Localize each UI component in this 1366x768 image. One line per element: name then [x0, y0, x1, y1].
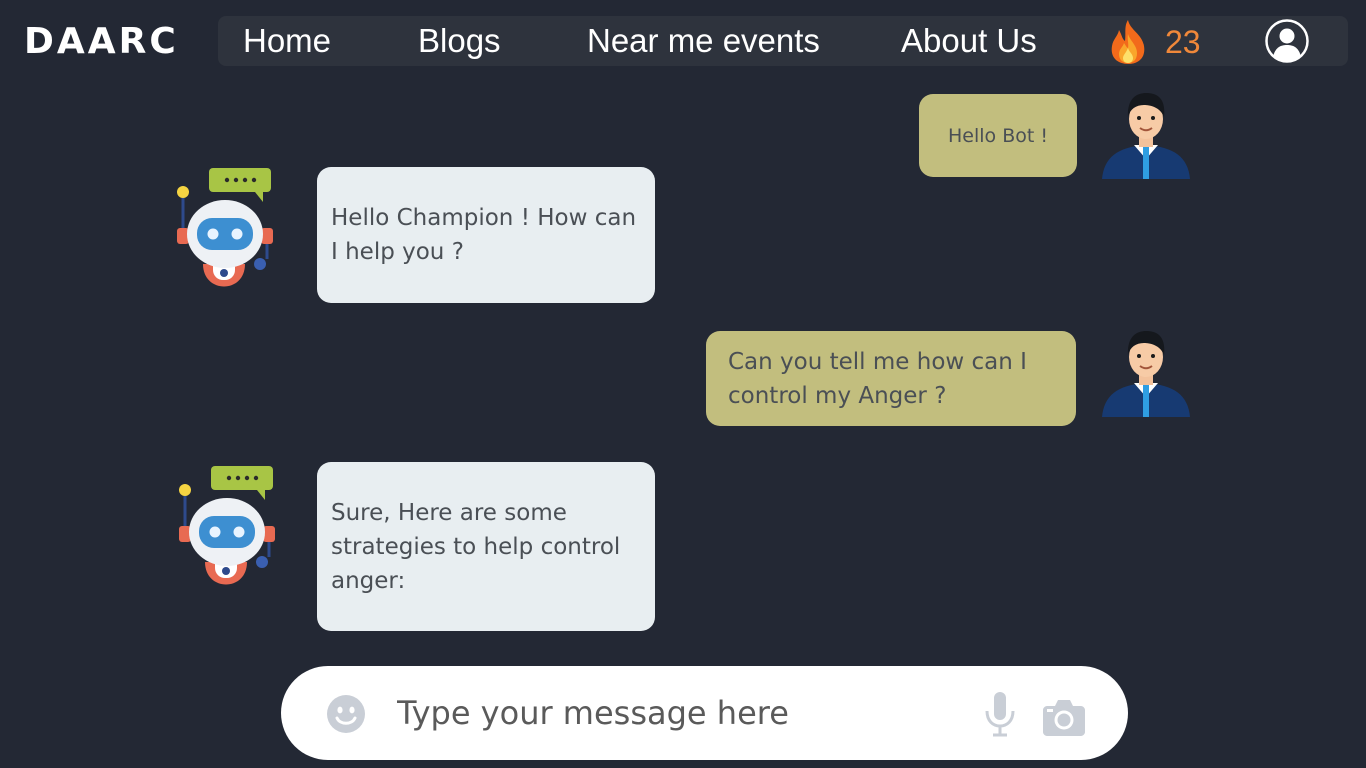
microphone-icon[interactable] — [983, 691, 1017, 737]
chat-message-user: Can you tell me how can I control my Ang… — [706, 331, 1076, 426]
chat-message-bot: Hello Champion ! How can I help you ? — [317, 167, 655, 303]
nav-about-us[interactable]: About Us — [901, 21, 1037, 61]
top-navbar: Home Blogs Near me events About Us 23 — [218, 16, 1348, 66]
fire-icon — [1111, 20, 1145, 64]
smiley-icon[interactable] — [326, 694, 366, 734]
message-text: Hello Bot ! — [948, 124, 1048, 147]
user-circle-icon[interactable] — [1265, 19, 1309, 63]
nav-blogs[interactable]: Blogs — [418, 21, 501, 61]
camera-icon[interactable] — [1043, 698, 1085, 736]
nav-home[interactable]: Home — [243, 21, 331, 61]
chat-message-user: Hello Bot ! — [919, 94, 1077, 177]
streak-count: 23 — [1165, 24, 1201, 60]
robot-avatar-icon — [179, 466, 275, 585]
user-avatar-icon — [1102, 331, 1190, 417]
robot-avatar-icon — [177, 168, 273, 287]
user-avatar-icon — [1102, 93, 1190, 179]
message-composer — [281, 666, 1128, 760]
nav-near-me-events[interactable]: Near me events — [587, 21, 820, 61]
message-text: Sure, Here are some strategies to help c… — [331, 499, 621, 594]
message-input[interactable] — [397, 688, 957, 738]
brand-logo[interactable]: DAARC — [24, 22, 179, 62]
message-text: Hello Champion ! How can I help you ? — [331, 205, 637, 265]
chat-message-bot: Sure, Here are some strategies to help c… — [317, 462, 655, 631]
message-text: Can you tell me how can I control my Ang… — [728, 348, 1027, 409]
